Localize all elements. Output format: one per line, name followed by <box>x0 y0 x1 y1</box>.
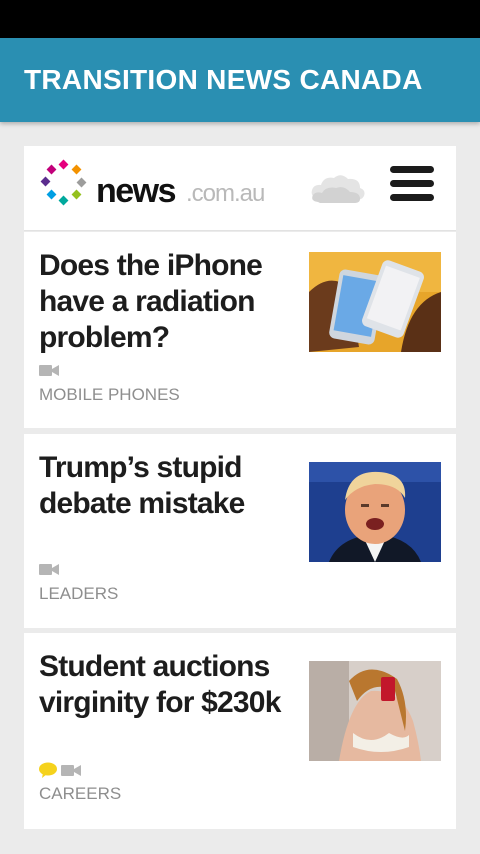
hamburger-menu-button[interactable] <box>390 166 436 206</box>
logo-text-light: .com.au <box>186 180 265 207</box>
logo-text-bold: news <box>96 172 177 210</box>
article-category[interactable]: LEADERS <box>39 584 118 604</box>
logo-dots-icon <box>40 159 87 206</box>
news-logo[interactable]: news .com.au <box>38 158 288 212</box>
comment-bubble-icon[interactable] <box>39 762 57 778</box>
article-thumbnail-student[interactable] <box>309 661 441 761</box>
article-title[interactable]: Does the iPhone have a radiation problem… <box>39 248 289 356</box>
article-meta-icons <box>39 562 59 576</box>
article-title[interactable]: Student auctions virginity for $230k <box>39 649 289 721</box>
app-bar: TRANSITION NEWS CANADA <box>0 38 480 122</box>
article-card[interactable]: Does the iPhone have a radiation problem… <box>24 232 456 428</box>
video-camera-icon <box>61 765 81 776</box>
article-card[interactable]: Trump’s stupid debate mistake LEADERS <box>24 434 456 628</box>
video-camera-icon <box>39 564 59 575</box>
article-thumbnail-iphones[interactable] <box>309 252 441 352</box>
article-card[interactable]: Student auctions virginity for $230k CAR… <box>24 633 456 829</box>
video-camera-icon <box>39 365 59 376</box>
article-category[interactable]: CAREERS <box>39 784 121 804</box>
article-meta-icons <box>39 363 59 377</box>
article-meta-icons <box>39 762 81 778</box>
app-title: TRANSITION NEWS CANADA <box>24 64 423 95</box>
cloud-icon[interactable] <box>306 168 368 206</box>
status-bar <box>0 0 480 38</box>
article-title[interactable]: Trump’s stupid debate mistake <box>39 450 289 522</box>
article-thumbnail-trump[interactable] <box>309 462 441 562</box>
site-header: news .com.au <box>24 146 456 231</box>
article-category[interactable]: MOBILE PHONES <box>39 385 180 405</box>
